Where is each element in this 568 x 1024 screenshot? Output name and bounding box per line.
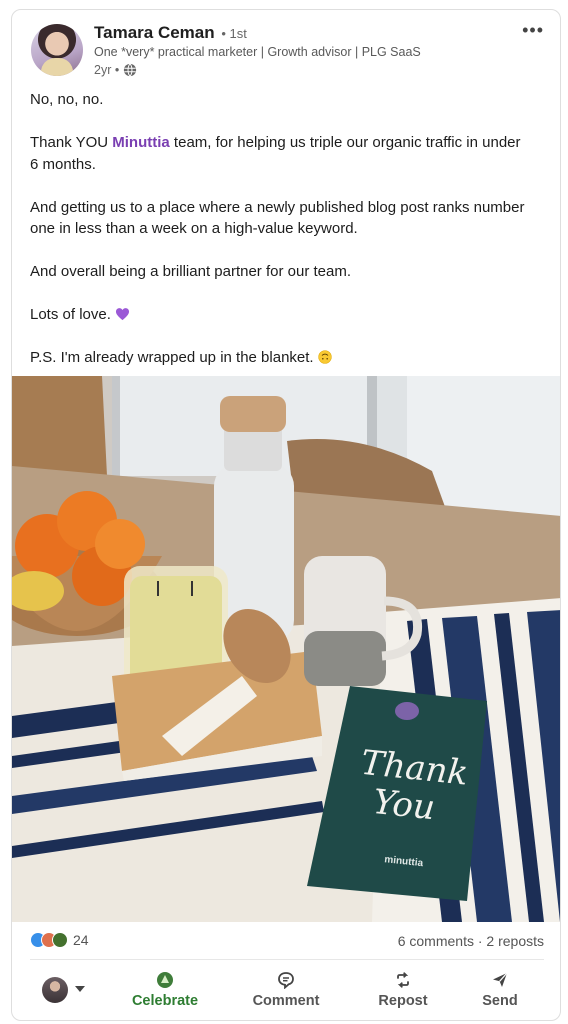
author-avatar[interactable] bbox=[31, 24, 83, 76]
celebrate-reaction-icon bbox=[52, 932, 68, 948]
post-paragraph: And overall being a brilliant partner fo… bbox=[30, 263, 352, 280]
post-paragraph: Thank YOU Minuttia team, for helping us … bbox=[30, 134, 521, 173]
comment-label: Comment bbox=[252, 993, 320, 1009]
purple-heart-icon bbox=[116, 308, 130, 321]
send-icon bbox=[493, 972, 508, 987]
send-label: Send bbox=[482, 993, 518, 1009]
repost-button[interactable]: Repost bbox=[358, 971, 448, 1010]
repost-label: Repost bbox=[378, 993, 428, 1009]
post-paragraph: No, no, no. bbox=[30, 91, 104, 108]
comment-icon bbox=[278, 972, 294, 989]
card-you-text: You bbox=[371, 782, 437, 828]
celebrate-label: Celebrate bbox=[131, 993, 199, 1009]
repost-icon bbox=[397, 972, 409, 988]
feed-post: Tamara Ceman • 1st One *very* practical … bbox=[11, 9, 561, 1021]
post-photo[interactable]: Thank You minuttia bbox=[12, 376, 560, 922]
post-text: No, no, no. Thank YOU Minuttia team, for… bbox=[30, 89, 530, 390]
chevron-down-icon[interactable] bbox=[75, 986, 85, 992]
photo-illustration: Thank You minuttia bbox=[12, 376, 560, 922]
comment-button[interactable]: Comment bbox=[241, 971, 331, 1010]
divider bbox=[30, 959, 544, 960]
author-name-line[interactable]: Tamara Ceman • 1st bbox=[94, 23, 247, 43]
reaction-count[interactable]: 24 bbox=[73, 932, 89, 948]
action-bar: Celebrate Comment Repost Send bbox=[12, 965, 560, 1017]
connection-degree: • 1st bbox=[221, 26, 247, 41]
post-meta: 2yr • bbox=[94, 63, 137, 77]
reactor-avatar[interactable] bbox=[42, 977, 68, 1003]
globe-icon bbox=[124, 63, 137, 77]
send-button[interactable]: Send bbox=[455, 971, 545, 1010]
mention-link[interactable]: Minuttia bbox=[112, 134, 170, 151]
comments-reposts-count[interactable]: 6 comments · 2 reposts bbox=[398, 933, 544, 949]
post-age: 2yr • bbox=[94, 63, 120, 77]
upside-down-face-icon bbox=[318, 350, 332, 364]
author-name[interactable]: Tamara Ceman bbox=[94, 23, 215, 42]
social-counts: 24 6 comments · 2 reposts bbox=[12, 930, 560, 954]
celebrate-icon bbox=[157, 972, 173, 988]
celebrate-button[interactable]: Celebrate bbox=[120, 971, 210, 1010]
reactions-summary[interactable]: 24 bbox=[30, 932, 89, 948]
author-headline: One *very* practical marketer | Growth a… bbox=[94, 45, 421, 59]
post-paragraph: Lots of love. bbox=[30, 304, 530, 326]
post-paragraph: P.S. I'm already wrapped up in the blank… bbox=[30, 347, 530, 369]
post-paragraph: And getting us to a place where a newly … bbox=[30, 198, 525, 238]
more-options-icon[interactable]: ••• bbox=[522, 20, 544, 41]
